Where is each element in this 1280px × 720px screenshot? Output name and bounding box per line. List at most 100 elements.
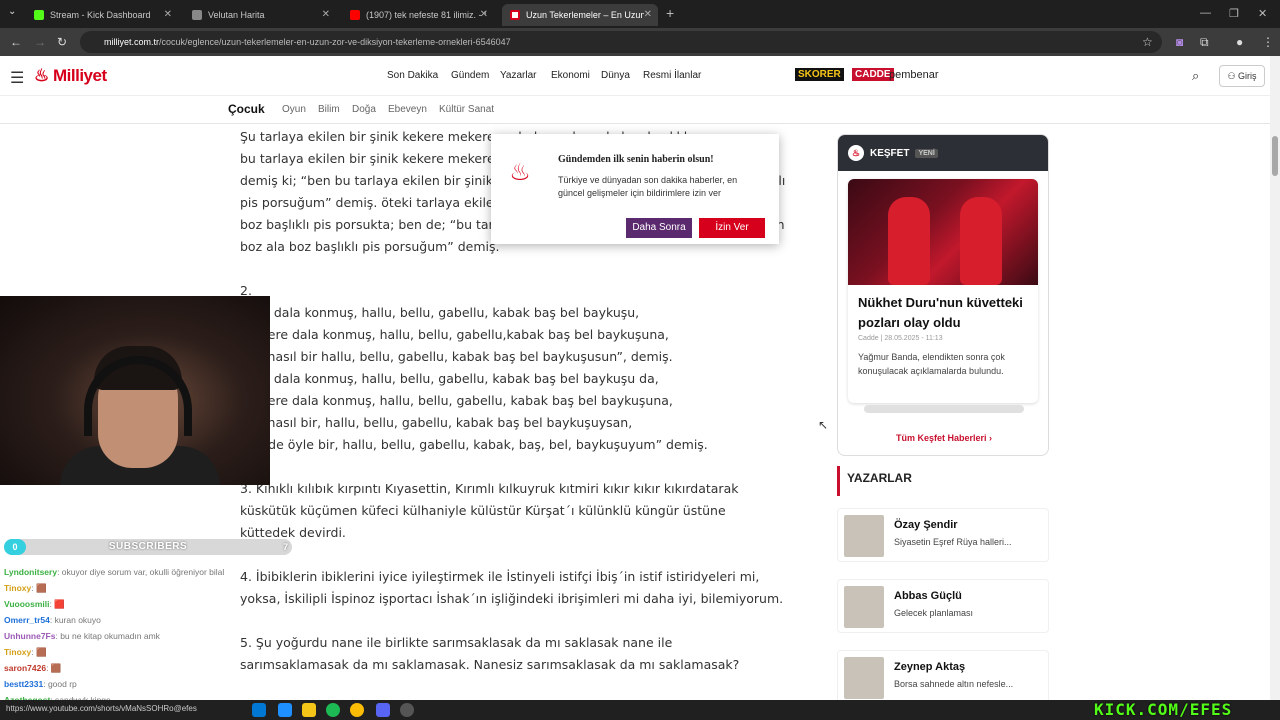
logo-text: Milliyet: [52, 66, 107, 85]
minimize-icon[interactable]: —: [1200, 7, 1211, 19]
chat-username[interactable]: Vuooosmili: [4, 599, 50, 609]
login-button[interactable]: ⚇ Giriş: [1219, 65, 1265, 87]
hamburger-menu-icon[interactable]: ☰: [10, 68, 24, 88]
chat-message: Lyndonitsery: okuyor diye sorum var, oku…: [4, 564, 294, 580]
tab-kick-dashboard[interactable]: Stream - Kick Dashboard ✕: [26, 4, 178, 26]
folder-icon[interactable]: [302, 703, 316, 717]
singer-figure: [960, 197, 1002, 285]
reload-icon[interactable]: ↻: [57, 35, 67, 49]
url-host: milliyet.com.tr: [104, 37, 160, 47]
brand-skorer[interactable]: SKORER: [795, 68, 844, 81]
nav-dunya[interactable]: Dünya: [601, 70, 630, 81]
discord-icon[interactable]: [376, 703, 390, 717]
yazarlar-heading: YAZARLAR: [837, 466, 1049, 496]
chat-message: Omerr_tr54: kuran okuyo: [4, 612, 294, 628]
extension-icon[interactable]: ◙: [1176, 35, 1183, 49]
close-icon[interactable]: ✕: [480, 9, 488, 20]
article-line: Ben de öyle bir, hallu, bellu, gabellu, …: [240, 437, 708, 452]
all-kesfet-link[interactable]: Tüm Keşfet Haberleri ›: [838, 433, 1048, 443]
allow-button[interactable]: İzin Ver: [699, 218, 765, 238]
milliyet-logo[interactable]: ♨ Milliyet: [34, 66, 107, 86]
article-line: Dere dala konmuş, hallu, bellu, gabellu,…: [240, 371, 659, 386]
globe-icon: [192, 10, 202, 20]
chat-text: : 🟫: [31, 647, 47, 657]
chat-text: : okuyor diye sorum var, okulli öğreniyo…: [57, 567, 225, 577]
later-button[interactable]: Daha Sonra: [626, 218, 692, 238]
tab-search-icon[interactable]: ⌄: [8, 6, 16, 17]
nav-son-dakika[interactable]: Son Dakika: [387, 70, 438, 81]
author-card[interactable]: Özay Şendir Siyasetin Eşref Rüya halleri…: [837, 508, 1049, 562]
forward-icon[interactable]: →: [34, 35, 46, 49]
login-label: Giriş: [1238, 71, 1257, 81]
tab-label: Uzun Tekerlemeler – En Uzun Zor ve Diksi…: [526, 10, 644, 20]
chat-message: Tinoxy: 🟫: [4, 580, 294, 596]
brand-pembenar[interactable]: pembenar: [886, 68, 942, 82]
url-bar[interactable]: milliyet.com.tr/cocuk/eglence/uzun-teker…: [80, 31, 1162, 53]
author-article-title[interactable]: Gelecek planlaması: [894, 608, 973, 618]
chat-username[interactable]: saron7426: [4, 663, 46, 673]
subnav-doga[interactable]: Doğa: [352, 104, 376, 115]
author-article-title[interactable]: Siyasetin Eşref Rüya halleri...: [894, 537, 1012, 547]
article-line: 4. İbibiklerin ibiklerini iyice iyileşti…: [240, 569, 760, 584]
logo-flame-icon: ♨: [34, 66, 49, 85]
menu-kebab-icon[interactable]: ⋮: [1262, 35, 1274, 49]
author-name[interactable]: Abbas Güçlü: [894, 590, 962, 602]
close-icon[interactable]: ✕: [164, 9, 172, 20]
chat-message: Tinoxy: 🟫: [4, 644, 294, 660]
kesfet-header: ♨ KEŞFET YENİ: [838, 135, 1048, 171]
page-scrollbar[interactable]: [1270, 56, 1280, 700]
article-line: Sen nasıl bir, hallu, bellu, gabellu, ka…: [240, 415, 633, 430]
carousel-indicator[interactable]: [864, 405, 1024, 413]
section-title[interactable]: Çocuk: [228, 102, 265, 116]
subnav-oyun[interactable]: Oyun: [282, 104, 306, 115]
profile-icon[interactable]: ●: [1236, 35, 1243, 49]
chat-username[interactable]: Lyndonitsery: [4, 567, 57, 577]
author-card[interactable]: Abbas Güçlü Gelecek planlaması: [837, 579, 1049, 633]
author-photo: [844, 657, 884, 699]
tab-velutan-harita[interactable]: Velutan Harita ✕: [184, 4, 336, 26]
extensions-puzzle-icon[interactable]: ⧉: [1200, 35, 1209, 50]
new-tab-icon[interactable]: +: [666, 5, 674, 21]
author-article-title[interactable]: Borsa sahnede altın nefesle...: [894, 679, 1013, 689]
start-icon[interactable]: [252, 703, 266, 717]
spotify-icon[interactable]: [326, 703, 340, 717]
chat-username[interactable]: Unhunne7Fs: [4, 631, 55, 641]
nav-gundem[interactable]: Gündem: [451, 70, 489, 81]
author-name[interactable]: Özay Şendir: [894, 519, 958, 531]
author-name[interactable]: Zeynep Aktaş: [894, 661, 965, 673]
obs-icon[interactable]: [400, 703, 414, 717]
subnav-ebeveyn[interactable]: Ebeveyn: [388, 104, 427, 115]
kesfet-card-title[interactable]: Nükhet Duru'nun küvetteki pozları olay o…: [848, 285, 1038, 333]
kick-watermark: KICK.COM/EFES: [1094, 700, 1233, 719]
author-card[interactable]: Zeynep Aktaş Borsa sahnede altın nefesle…: [837, 650, 1049, 700]
webcam-feed: [0, 296, 270, 485]
back-icon[interactable]: ←: [10, 35, 22, 49]
chat-username[interactable]: Tinoxy: [4, 583, 31, 593]
nav-resmi-ilanlar[interactable]: Resmi İlanlar: [643, 70, 701, 81]
scrollbar-thumb[interactable]: [1272, 136, 1278, 176]
restore-icon[interactable]: ❐: [1229, 7, 1239, 20]
bookmark-star-icon[interactable]: ☆: [1142, 35, 1153, 49]
close-icon[interactable]: ✕: [644, 9, 652, 20]
subnav-kultur-sanat[interactable]: Kültür Sanat: [439, 104, 494, 115]
tab-milliyet[interactable]: Uzun Tekerlemeler – En Uzun Zor ve Diksi…: [502, 4, 658, 26]
close-icon[interactable]: ✕: [322, 9, 330, 20]
chat-username[interactable]: bestt2331: [4, 679, 43, 689]
tab-youtube[interactable]: (1907) tek nefeste 81 ilimiz. - YouTube …: [342, 4, 494, 26]
outlook-icon[interactable]: [278, 703, 292, 717]
kesfet-label: KEŞFET: [870, 147, 910, 159]
chat-username[interactable]: Tinoxy: [4, 647, 31, 657]
chrome-icon[interactable]: [350, 703, 364, 717]
chat-username[interactable]: Omerr_tr54: [4, 615, 50, 625]
search-icon[interactable]: ⌕: [1192, 68, 1199, 84]
article-line: 3. Kıhıklı kılıbık kırpıntı Kıyasettin, …: [240, 481, 739, 496]
kesfet-widget: ♨ KEŞFET YENİ Nükhet Duru'nun küvetteki …: [837, 134, 1049, 456]
window-close-icon[interactable]: ✕: [1258, 7, 1267, 20]
kesfet-card[interactable]: Nükhet Duru'nun küvetteki pozları olay o…: [848, 179, 1038, 403]
tab-label: (1907) tek nefeste 81 ilimiz. - YouTube: [366, 10, 486, 20]
nav-ekonomi[interactable]: Ekonomi: [551, 70, 590, 81]
kesfet-card-image: [848, 179, 1038, 285]
nav-yazarlar[interactable]: Yazarlar: [500, 70, 537, 81]
subnav-bilim[interactable]: Bilim: [318, 104, 340, 115]
kick-icon: [34, 10, 44, 20]
